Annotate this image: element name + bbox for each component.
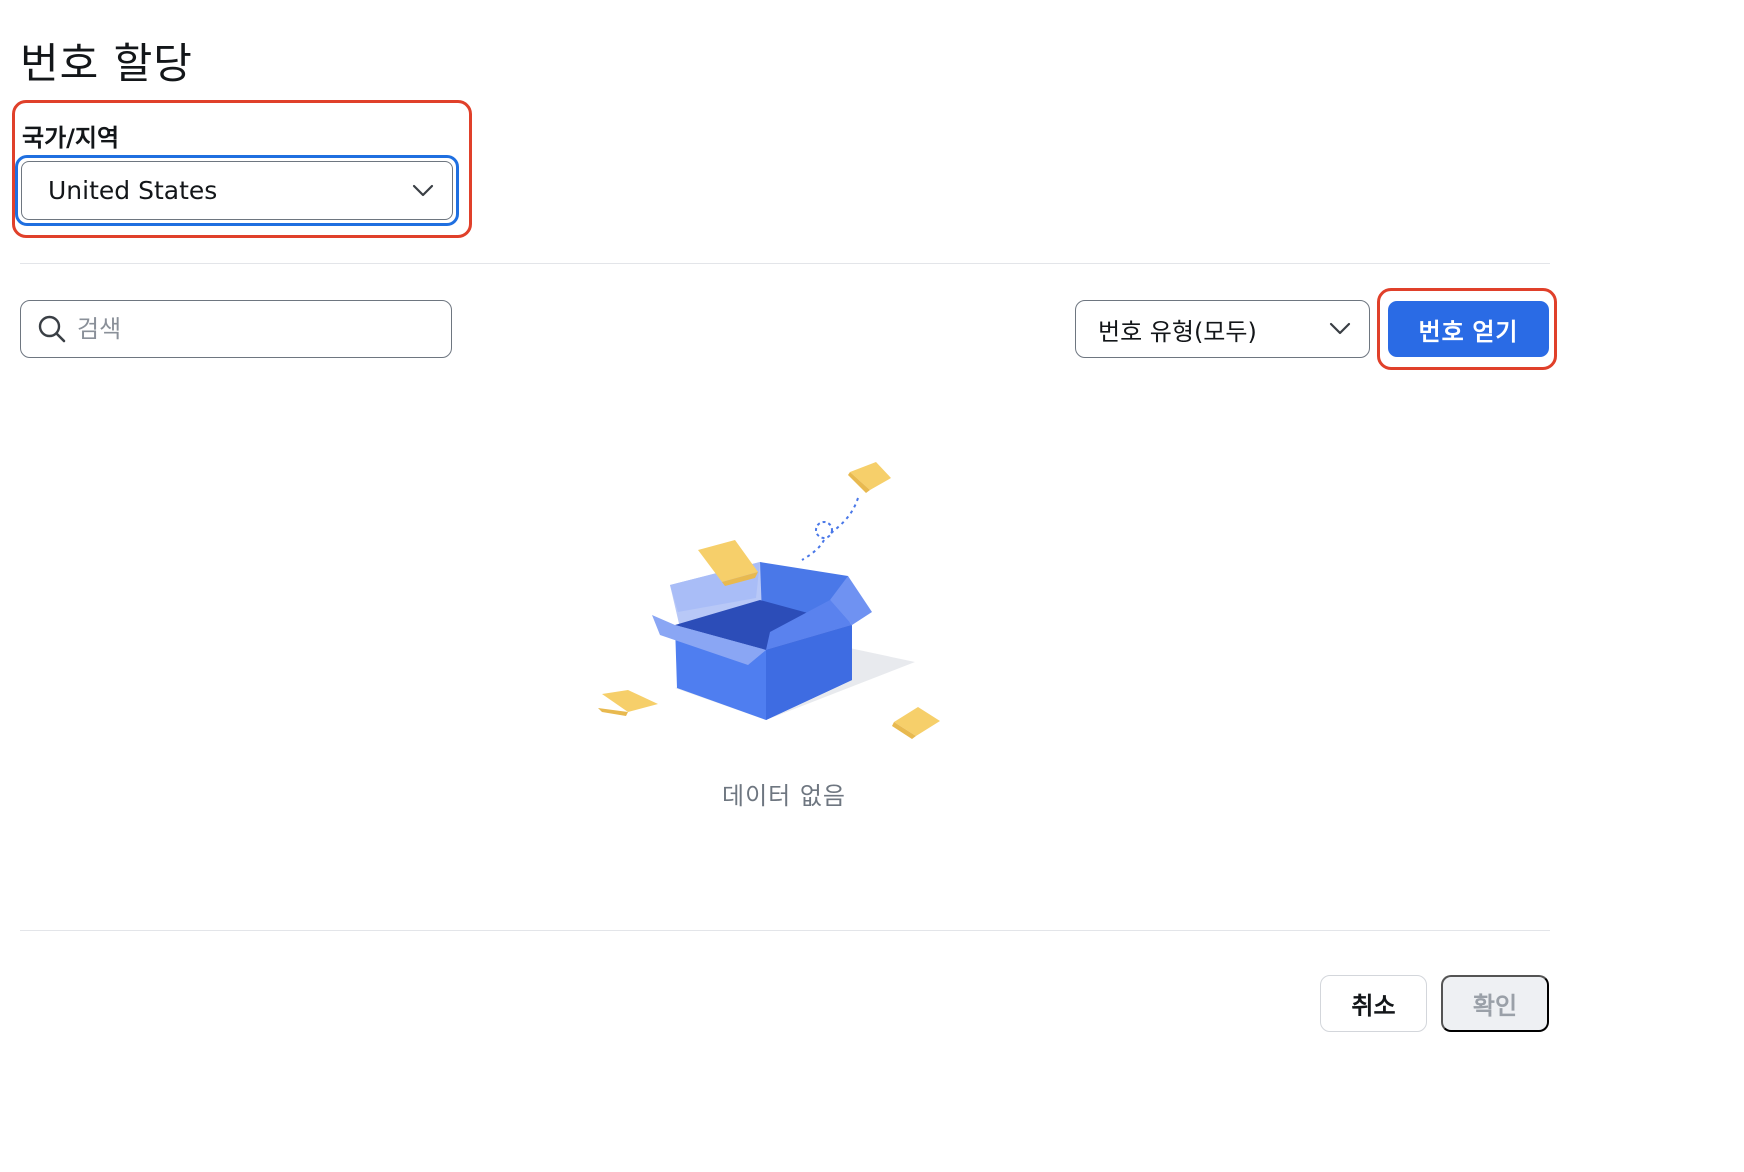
cancel-button[interactable]: 취소	[1320, 975, 1427, 1032]
search-icon	[38, 315, 66, 343]
search-input[interactable]	[77, 315, 437, 343]
section-divider	[20, 263, 1550, 264]
country-select[interactable]: United States	[21, 161, 453, 220]
chevron-down-icon	[412, 184, 434, 196]
footer-divider	[20, 930, 1550, 931]
empty-state-text: 데이터 없음	[721, 782, 847, 810]
assign-number-dialog: 번호 할당 국가/지역 United States 번호 유형(모두) 번호 얻…	[0, 0, 1568, 1054]
paper-icon	[848, 462, 891, 493]
country-label: 국가/지역	[22, 124, 120, 152]
paper-icon	[892, 707, 940, 739]
search-box[interactable]	[20, 300, 452, 358]
get-number-button[interactable]: 번호 얻기	[1388, 301, 1549, 357]
chevron-down-icon	[1329, 322, 1351, 335]
confirm-button[interactable]: 확인	[1441, 975, 1549, 1032]
country-selected-value: United States	[48, 176, 218, 205]
paper-icon	[598, 690, 658, 716]
number-type-select[interactable]: 번호 유형(모두)	[1075, 300, 1370, 358]
number-type-selected-value: 번호 유형(모두)	[1098, 317, 1257, 346]
empty-box-icon	[598, 462, 940, 739]
dialog-title: 번호 할당	[20, 39, 193, 88]
